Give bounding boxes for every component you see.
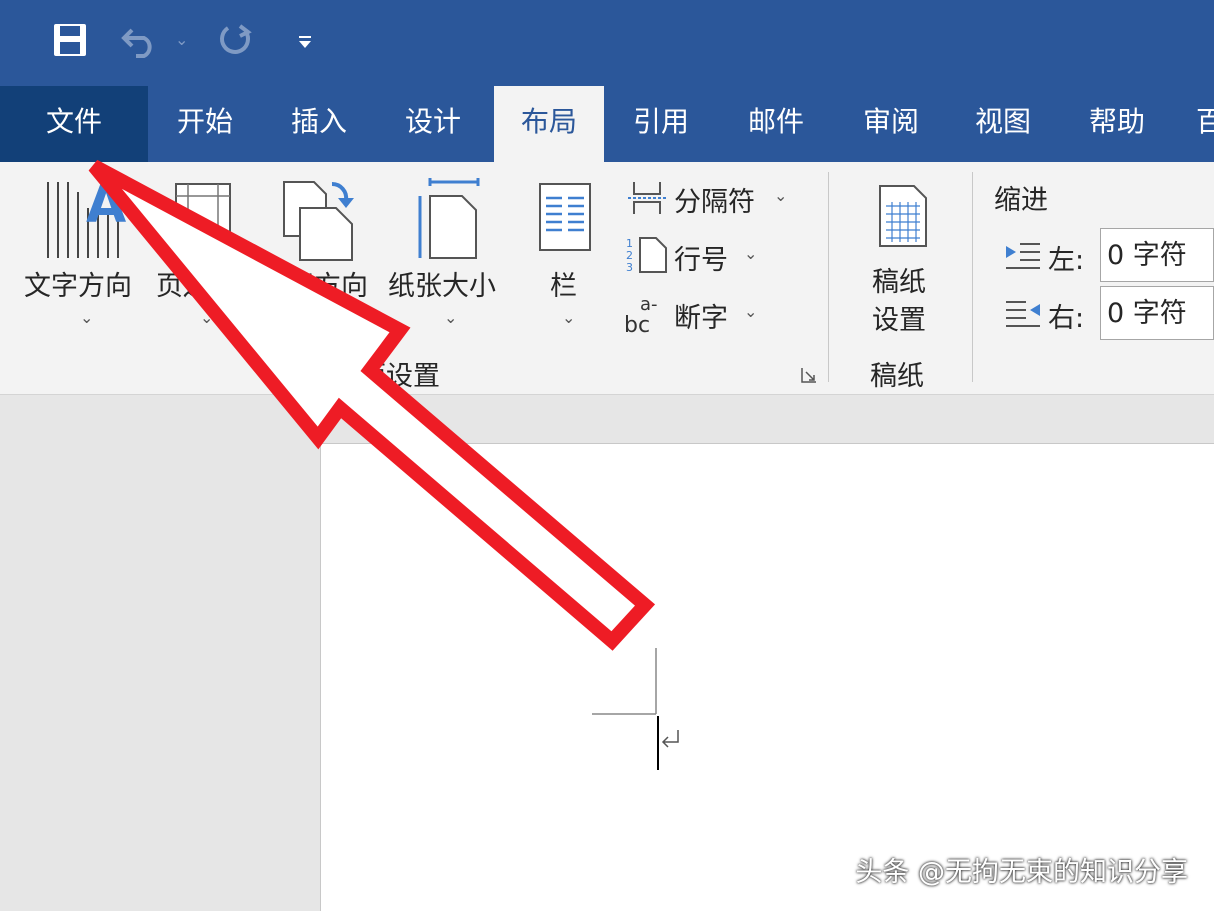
watermark: 头条 @无拘无束的知识分享 [855, 857, 1188, 888]
red-arrow-annotation [88, 159, 656, 651]
